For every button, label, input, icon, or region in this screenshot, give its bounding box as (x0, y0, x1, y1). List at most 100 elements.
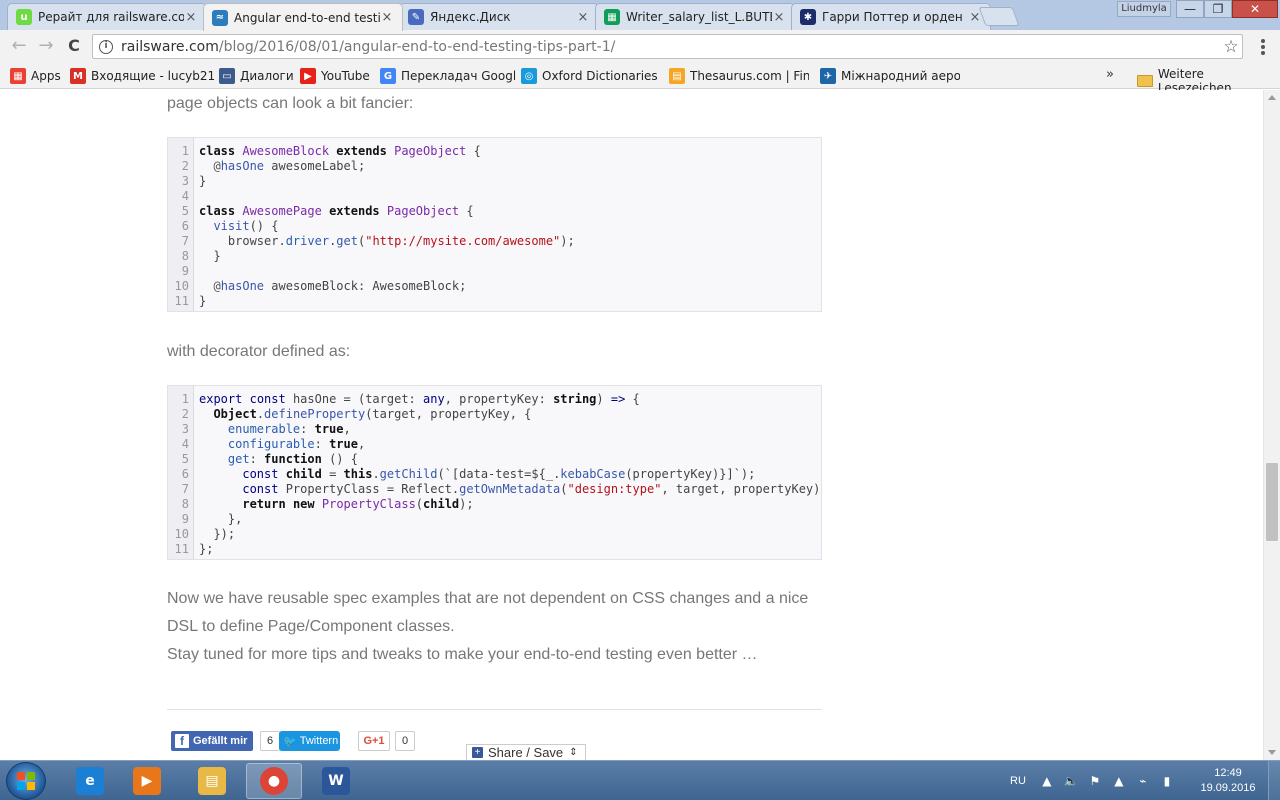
tab-close-icon[interactable]: × (576, 10, 590, 25)
scroll-down-arrow-icon[interactable] (1268, 750, 1276, 755)
tab-close-icon[interactable]: × (772, 10, 786, 25)
google-drive-icon[interactable]: ▲ (1112, 774, 1126, 788)
taskbar-app[interactable]: ▤ (184, 763, 240, 799)
code-token: AwesomePage (242, 204, 322, 218)
bookmark-item[interactable]: ◎ Oxford Dictionaries - E (521, 67, 661, 85)
back-button[interactable]: ← (8, 36, 30, 58)
info-icon[interactable]: i (99, 39, 113, 54)
start-button[interactable] (6, 762, 46, 800)
code-token: () { (249, 219, 279, 233)
code-text: enumerable: true, (199, 422, 351, 437)
forward-button[interactable]: → (35, 36, 57, 58)
tab-5[interactable]: ✱ Гарри Поттер и орден × (791, 3, 991, 30)
taskbar-app[interactable]: W (308, 763, 364, 799)
google-sheets-icon: ▦ (604, 9, 620, 25)
google-plus-button[interactable]: G+1 (358, 731, 390, 751)
reload-button[interactable]: C (63, 36, 85, 58)
tab-4[interactable]: ▦ Writer_salary_list_L.BUTENKO× (595, 3, 795, 30)
system-clock[interactable]: 12:49 19.09.2016 (1198, 766, 1258, 796)
code-text: }, (199, 512, 242, 527)
volume-icon[interactable]: 🔈 (1064, 774, 1079, 788)
code-token: } (199, 249, 221, 263)
windows-taskbar: e ▶ ▤ ● W RU ▲ 🔈 ⚑ ▲ ⌁ ▮ 12:49 19.09.2016 (0, 760, 1280, 800)
code-text: } (199, 249, 221, 264)
show-desktop-button[interactable] (1268, 761, 1280, 800)
code-token: Object (213, 407, 257, 421)
close-window-button[interactable]: ✕ (1232, 0, 1278, 18)
code-line: 1 export const hasOne = (target: any, pro… (168, 392, 821, 407)
vertical-scrollbar[interactable] (1263, 90, 1280, 760)
url-path: /blog/2016/08/01/angular-end-to-end-test… (218, 38, 616, 55)
bookmark-item[interactable]: ▭ Диалоги (219, 67, 294, 85)
code-token: this (343, 467, 373, 481)
tab-close-icon[interactable]: × (184, 10, 198, 25)
scroll-up-arrow-icon[interactable] (1268, 95, 1276, 100)
code-token: PropertyClass (321, 497, 416, 511)
code-token: any (423, 392, 445, 406)
bookmark-item[interactable]: ▤ Thesaurus.com | Find (669, 67, 809, 85)
bookmark-star-icon[interactable]: ☆ (1220, 37, 1242, 57)
code-line: 4 (168, 189, 821, 204)
outro-line-2: DSL to define Page/Component classes. (167, 618, 455, 635)
taskbar-app[interactable]: e (62, 763, 118, 799)
bookmark-item[interactable]: ▶ YouTube (300, 67, 370, 85)
twitter-tweet-button[interactable]: 🐦 Twittern (279, 731, 340, 751)
code-token: }; (199, 542, 214, 556)
code-token: }); (199, 527, 236, 541)
code-token: , propertyKey: (444, 392, 554, 406)
code-token: get (336, 234, 358, 248)
tab-3[interactable]: ✎ Яндекс.Диск × (399, 3, 599, 30)
network-signal-icon[interactable]: ▮ (1160, 774, 1174, 788)
minimize-button[interactable]: — (1176, 0, 1204, 18)
windows-logo-icon (17, 772, 35, 790)
new-tab-button[interactable] (978, 7, 1020, 26)
bookmarks-overflow-button[interactable]: » (1106, 67, 1114, 82)
bookmark-item[interactable]: ▦ Apps (10, 67, 61, 85)
tab-title: Гарри Поттер и орден (822, 10, 963, 24)
line-number: 11 (174, 294, 189, 308)
apps-grid-icon: ▦ (10, 68, 26, 84)
url-text[interactable]: railsware.com/blog/2016/08/01/angular-en… (121, 39, 1220, 55)
share-save-button[interactable]: + Share / Save ⇕ (466, 744, 586, 760)
tab-close-icon[interactable]: × (380, 10, 394, 25)
gmail-icon: M (70, 68, 86, 84)
code-line: 10 @hasOne awesomeBlock: AwesomeBlock; (168, 279, 821, 294)
tab-2[interactable]: ≈ Angular end-to-end testing × (203, 3, 403, 31)
line-number: 11 (174, 542, 189, 556)
browser-menu-icon[interactable] (1256, 39, 1270, 55)
bookmark-item[interactable]: ✈ Міжнародний аероп (820, 67, 960, 85)
code-token: { (625, 392, 640, 406)
code-token: true (329, 437, 358, 451)
line-number: 9 (181, 512, 189, 526)
line-number: 8 (181, 497, 189, 511)
bookmark-label: Міжнародний аероп (841, 69, 960, 83)
action-center-flag-icon[interactable]: ⚑ (1088, 774, 1102, 788)
code-token: , (343, 422, 351, 436)
scroll-thumb[interactable] (1266, 463, 1278, 541)
code-text: configurable: true, (199, 437, 365, 452)
code-line: 11}; (168, 542, 821, 557)
power-icon[interactable]: ⌁ (1136, 774, 1150, 788)
code-token: (target, propertyKey, { (365, 407, 532, 421)
restore-button[interactable]: ❐ (1204, 0, 1232, 18)
language-indicator[interactable]: RU (1010, 775, 1026, 787)
line-number: 10 (174, 279, 189, 293)
address-bar[interactable]: i railsware.com/blog/2016/08/01/angular-… (92, 34, 1243, 59)
system-tray: RU ▲ 🔈 ⚑ ▲ ⌁ ▮ (1010, 761, 1184, 800)
taskbar-app[interactable]: ▶ (119, 763, 175, 799)
code-token: ); (459, 497, 474, 511)
code-text: }; (199, 542, 213, 557)
facebook-like-button[interactable]: f Gefällt mir (171, 731, 253, 751)
internet-explorer-icon: e (76, 767, 104, 795)
tab-1[interactable]: u Рерайт для railsware.com × (7, 3, 207, 30)
code-text: get: function () { (199, 452, 358, 467)
code-token: . (256, 407, 265, 421)
bookmark-item[interactable]: M Входящие - lucyb215 (70, 67, 215, 85)
profile-badge[interactable]: Liudmyla (1117, 1, 1171, 17)
taskbar-app[interactable]: ● (246, 763, 302, 799)
bookmark-item[interactable]: G Перекладач Google (380, 67, 515, 85)
tray-expand-icon[interactable]: ▲ (1040, 774, 1054, 788)
